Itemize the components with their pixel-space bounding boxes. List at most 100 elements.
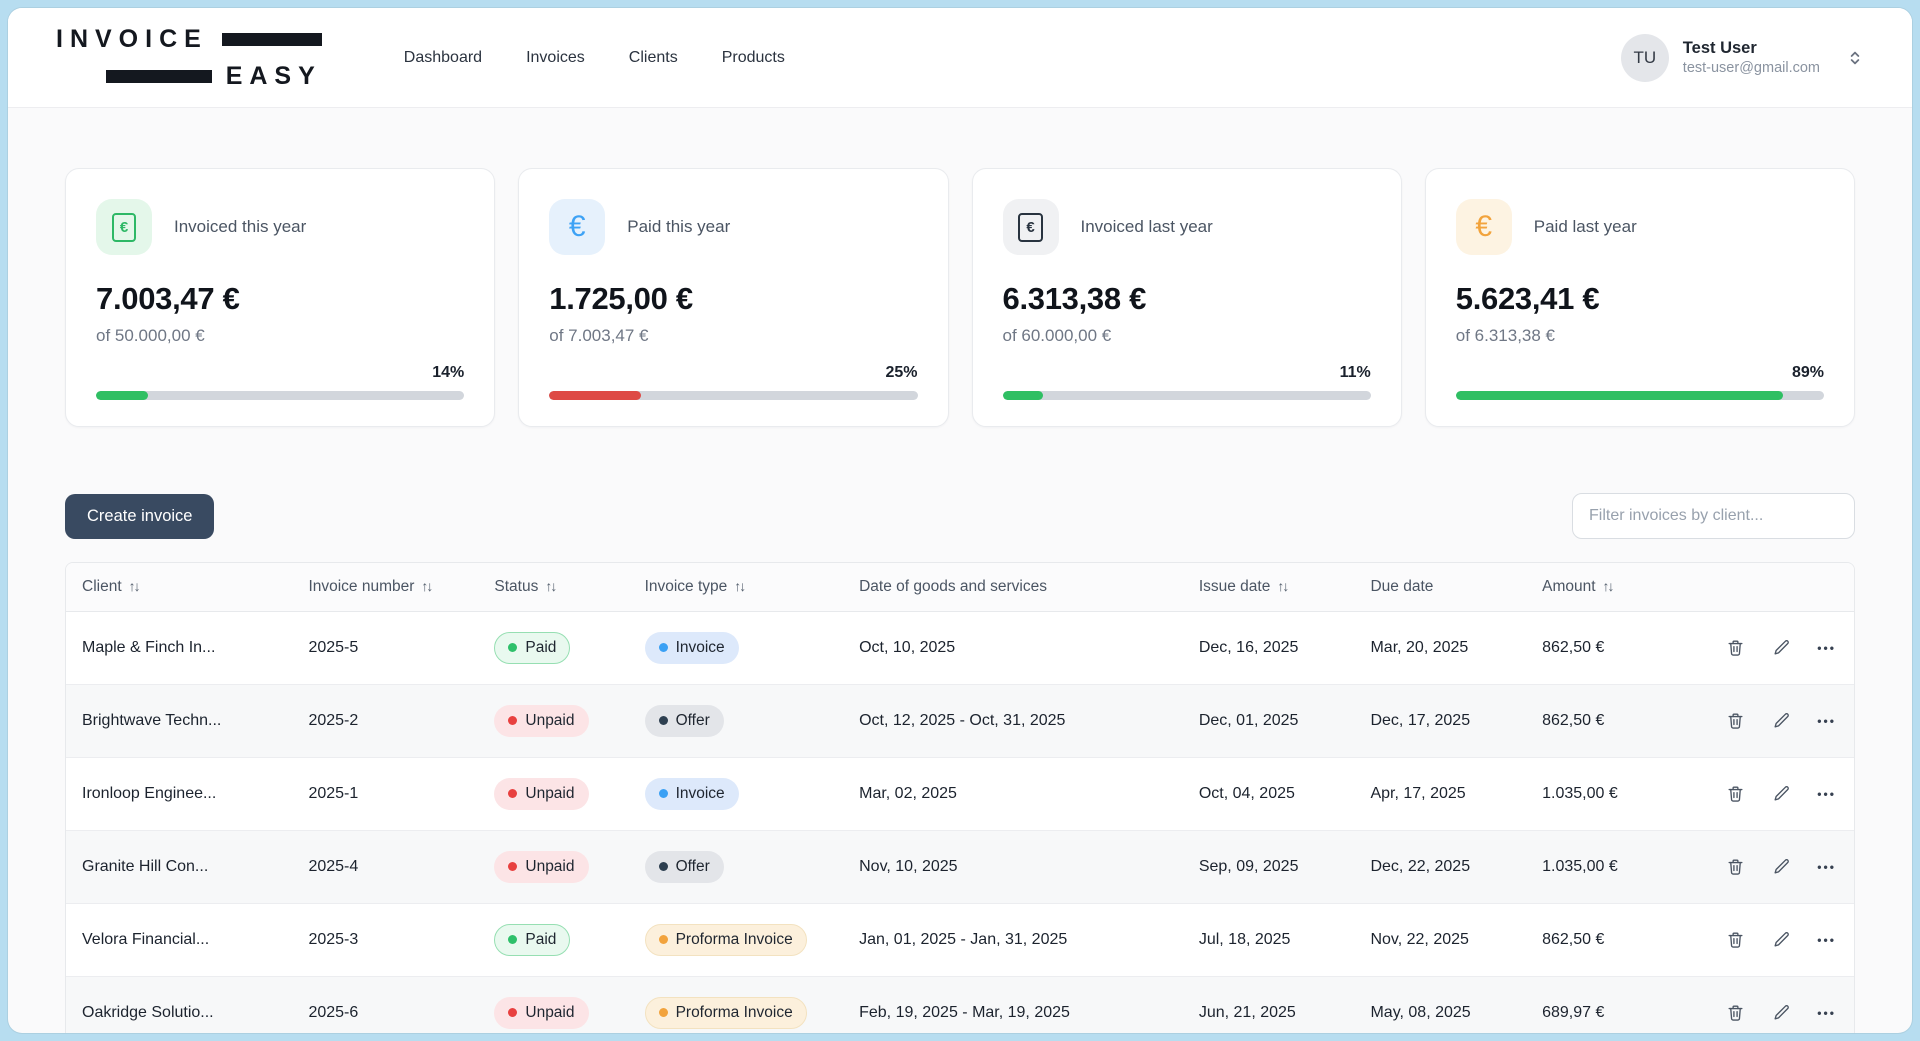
table-row: Granite Hill Con... 2025-4 Unpaid Offer … <box>66 830 1854 903</box>
invoice-type-badge: Invoice <box>645 632 739 664</box>
invoice-type-badge: Invoice <box>645 778 739 810</box>
window-frame: INVOICE EASY Dashboard Invoices Clients … <box>0 0 1920 1041</box>
avatar: TU <box>1621 34 1669 82</box>
more-actions-button[interactable]: ••• <box>1813 854 1840 880</box>
nav-dashboard[interactable]: Dashboard <box>404 49 482 67</box>
sort-icon[interactable]: ↑↓ <box>734 578 744 594</box>
table-row: Brightwave Techn... 2025-2 Unpaid Offer … <box>66 684 1854 757</box>
user-menu[interactable]: TU Test User test-user@gmail.com <box>1621 34 1864 82</box>
status-label: Unpaid <box>525 1004 574 1022</box>
status-cell: Unpaid <box>484 757 634 830</box>
due-date-cell: Nov, 22, 2025 <box>1360 903 1532 976</box>
stat-percent: 89% <box>1456 364 1824 382</box>
stat-card-paid-this-year: € Paid this year 1.725,00 € of 7.003,47 … <box>518 168 948 427</box>
type-dot-icon <box>659 789 668 798</box>
stat-value: 6.313,38 € <box>1003 281 1371 317</box>
col-issue-date: Issue date↑↓ <box>1189 563 1361 611</box>
more-actions-button[interactable]: ••• <box>1813 781 1840 807</box>
edit-invoice-button[interactable] <box>1768 707 1795 734</box>
create-invoice-button[interactable]: Create invoice <box>65 494 214 539</box>
nav-invoices[interactable]: Invoices <box>526 49 585 67</box>
stat-percent: 14% <box>96 364 464 382</box>
progress-fill <box>549 391 641 400</box>
col-actions <box>1698 563 1854 611</box>
invoice-number-cell: 2025-4 <box>298 830 484 903</box>
issue-date-cell: Sep, 09, 2025 <box>1189 830 1361 903</box>
edit-invoice-button[interactable] <box>1768 780 1795 807</box>
logo-text-line2: EASY <box>226 62 322 91</box>
status-badge: Unpaid <box>494 778 588 810</box>
edit-invoice-button[interactable] <box>1768 853 1795 880</box>
due-date-cell: Dec, 22, 2025 <box>1360 830 1532 903</box>
client-cell: Ironloop Enginee... <box>66 757 298 830</box>
stat-value: 7.003,47 € <box>96 281 464 317</box>
stat-card-invoiced-last-year: € Invoiced last year 6.313,38 € of 60.00… <box>972 168 1402 427</box>
sort-icon[interactable]: ↑↓ <box>1277 578 1287 594</box>
type-dot-icon <box>659 935 668 944</box>
type-dot-icon <box>659 862 668 871</box>
stat-of-total: of 7.003,47 € <box>549 326 917 346</box>
edit-invoice-button[interactable] <box>1768 634 1795 661</box>
dashboard-main: € Invoiced this year 7.003,47 € of 50.00… <box>8 108 1912 1033</box>
stat-value: 1.725,00 € <box>549 281 917 317</box>
stat-label: Paid last year <box>1534 217 1637 237</box>
status-dot-icon <box>508 716 517 725</box>
sort-icon[interactable]: ↑↓ <box>1603 578 1613 594</box>
client-cell: Maple & Finch In... <box>66 611 298 684</box>
type-cell: Proforma Invoice <box>635 976 850 1033</box>
type-label: Offer <box>676 712 710 730</box>
nav-products[interactable]: Products <box>722 49 785 67</box>
more-actions-button[interactable]: ••• <box>1813 635 1840 661</box>
delete-invoice-button[interactable] <box>1722 634 1749 661</box>
col-goods-date: Date of goods and services <box>849 563 1189 611</box>
status-badge: Paid <box>494 632 570 664</box>
sort-icon[interactable]: ↑↓ <box>421 578 431 594</box>
type-cell: Invoice <box>635 611 850 684</box>
actions-cell: ••• <box>1698 903 1854 976</box>
stat-label: Paid this year <box>627 217 730 237</box>
type-label: Offer <box>676 858 710 876</box>
edit-invoice-button[interactable] <box>1768 999 1795 1026</box>
delete-invoice-button[interactable] <box>1722 853 1749 880</box>
sort-icon[interactable]: ↑↓ <box>545 578 555 594</box>
progress-fill <box>1003 391 1044 400</box>
invoices-table: Client↑↓ Invoice number↑↓ Status↑↓ Invoi… <box>65 562 1855 1033</box>
actions-cell: ••• <box>1698 684 1854 757</box>
type-cell: Offer <box>635 830 850 903</box>
stat-card-paid-last-year: € Paid last year 5.623,41 € of 6.313,38 … <box>1425 168 1855 427</box>
more-actions-button[interactable]: ••• <box>1813 708 1840 734</box>
due-date-cell: Mar, 20, 2025 <box>1360 611 1532 684</box>
table-header-row: Client↑↓ Invoice number↑↓ Status↑↓ Invoi… <box>66 563 1854 611</box>
sort-icon[interactable]: ↑↓ <box>129 578 139 594</box>
issue-date-cell: Dec, 01, 2025 <box>1189 684 1361 757</box>
status-badge: Unpaid <box>494 705 588 737</box>
more-actions-button[interactable]: ••• <box>1813 927 1840 953</box>
euro-icon: € <box>1456 199 1512 255</box>
delete-invoice-button[interactable] <box>1722 707 1749 734</box>
invoice-number-cell: 2025-6 <box>298 976 484 1033</box>
edit-invoice-button[interactable] <box>1768 926 1795 953</box>
delete-invoice-button[interactable] <box>1722 999 1749 1026</box>
app-logo[interactable]: INVOICE EASY <box>56 25 322 91</box>
app-header: INVOICE EASY Dashboard Invoices Clients … <box>8 8 1912 108</box>
invoice-euro-icon: € <box>96 199 152 255</box>
type-cell: Proforma Invoice <box>635 903 850 976</box>
main-nav: Dashboard Invoices Clients Products <box>404 49 785 67</box>
nav-clients[interactable]: Clients <box>629 49 678 67</box>
stat-percent: 25% <box>549 364 917 382</box>
status-label: Paid <box>525 931 556 949</box>
chevron-updown-icon <box>1846 49 1864 67</box>
status-cell: Unpaid <box>484 976 634 1033</box>
invoice-number-cell: 2025-5 <box>298 611 484 684</box>
due-date-cell: May, 08, 2025 <box>1360 976 1532 1033</box>
more-actions-button[interactable]: ••• <box>1813 1000 1840 1026</box>
amount-cell: 689,97 € <box>1532 976 1698 1033</box>
delete-invoice-button[interactable] <box>1722 926 1749 953</box>
delete-invoice-button[interactable] <box>1722 780 1749 807</box>
invoice-type-badge: Proforma Invoice <box>645 924 807 956</box>
filter-invoices-input[interactable] <box>1572 493 1855 539</box>
client-cell: Granite Hill Con... <box>66 830 298 903</box>
due-date-cell: Dec, 17, 2025 <box>1360 684 1532 757</box>
status-label: Unpaid <box>525 858 574 876</box>
status-label: Unpaid <box>525 712 574 730</box>
